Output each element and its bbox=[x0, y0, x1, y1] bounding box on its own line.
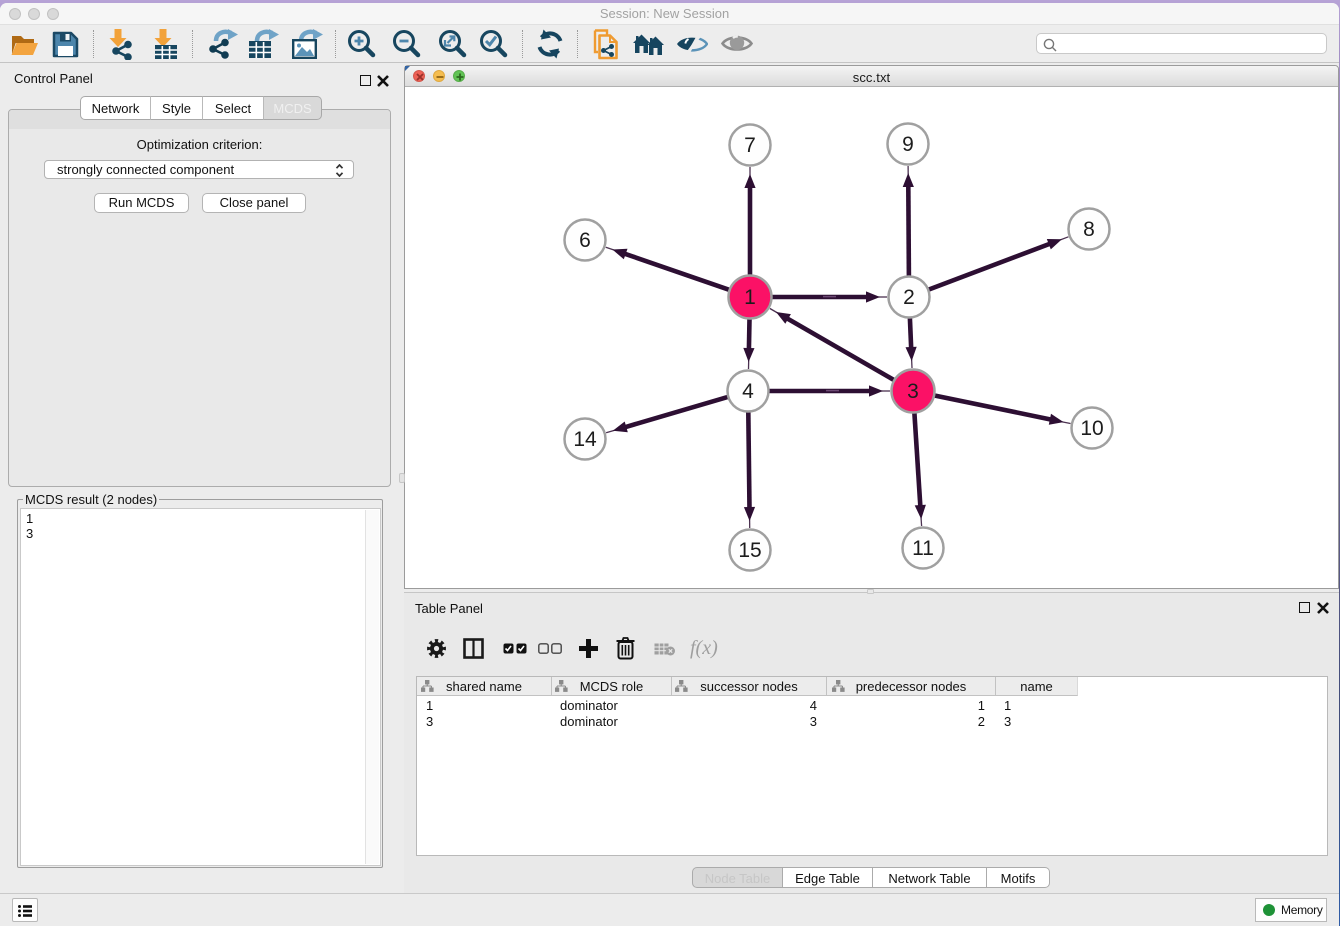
svg-text:8: 8 bbox=[1083, 218, 1095, 241]
svg-text:1: 1 bbox=[744, 286, 756, 309]
svg-text:15: 15 bbox=[738, 539, 761, 562]
svg-text:7: 7 bbox=[744, 134, 756, 157]
svg-text:6: 6 bbox=[579, 229, 591, 252]
svg-text:14: 14 bbox=[573, 428, 597, 451]
svg-text:9: 9 bbox=[902, 133, 914, 156]
svg-text:10: 10 bbox=[1080, 417, 1103, 440]
svg-text:11: 11 bbox=[912, 537, 934, 560]
svg-text:2: 2 bbox=[903, 286, 915, 309]
svg-text:3: 3 bbox=[907, 380, 919, 403]
svg-text:4: 4 bbox=[742, 380, 754, 403]
